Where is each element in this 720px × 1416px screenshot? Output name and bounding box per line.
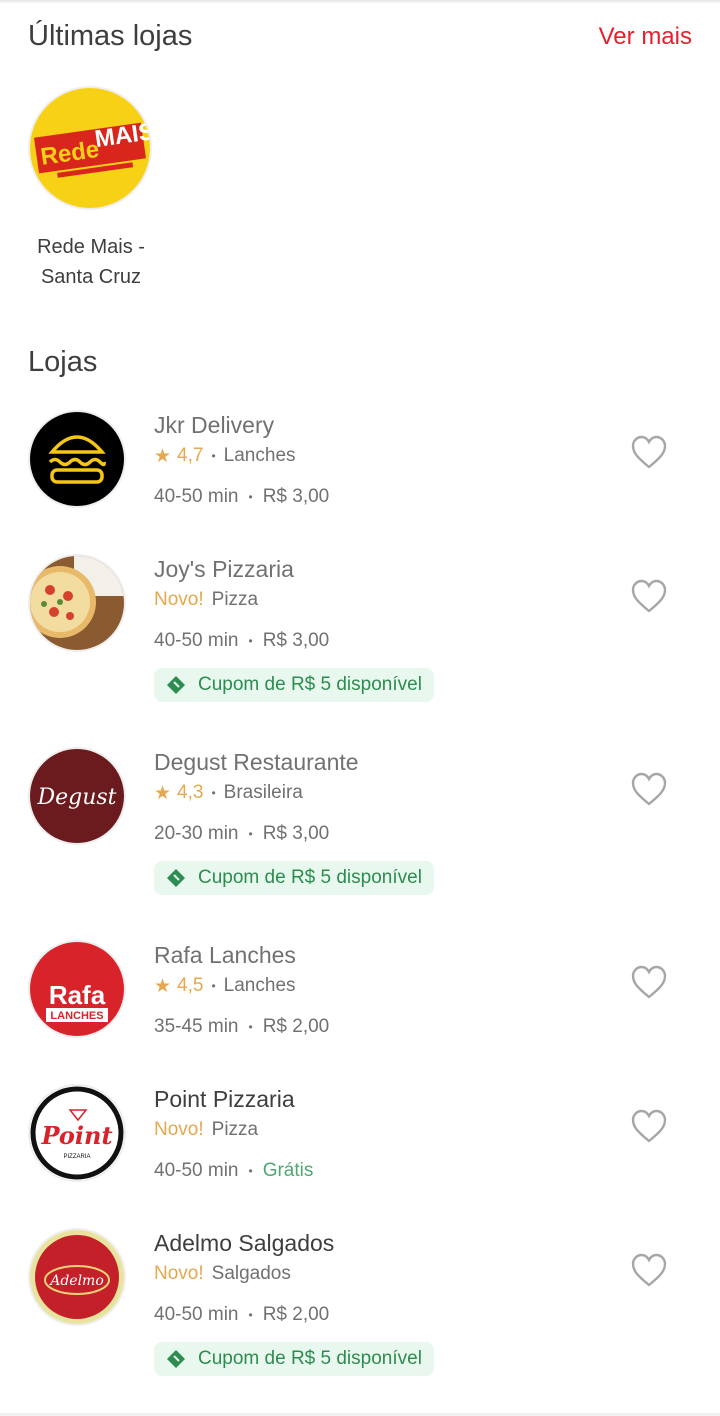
rede-mais-logo: Rede MAIS: [28, 86, 152, 210]
coupon-badge: Cupom de R$ 5 disponível: [154, 668, 434, 702]
coupon-text: Cupom de R$ 5 disponível: [198, 674, 422, 695]
store-name: Adelmo Salgados: [154, 1230, 335, 1256]
coupon-badge: Cupom de R$ 5 disponível: [154, 1342, 434, 1376]
store-meta: Novo! Salgados: [154, 1261, 594, 1287]
store-delivery-info: 20-30 min • R$ 3,00: [154, 821, 594, 847]
delivery-fee: R$ 2,00: [262, 1016, 330, 1037]
store-meta: Novo! Pizza: [154, 587, 594, 613]
heart-outline-icon[interactable]: [630, 964, 668, 1000]
store-category: Salgados: [211, 1263, 291, 1284]
dot-separator: •: [248, 634, 253, 648]
point-pizzaria-logo: Point PIZZARIA: [28, 1084, 126, 1182]
store-name: Rafa Lanches: [154, 942, 296, 968]
new-badge: Novo!: [154, 1119, 204, 1140]
store-name: Degust Restaurante: [154, 749, 359, 775]
store-delivery-info: 40-50 min • Grátis: [154, 1158, 594, 1184]
delivery-time: 40-50 min: [154, 630, 239, 651]
adelmo-salgados-logo: Adelmo: [28, 1228, 126, 1326]
dot-separator: •: [211, 979, 216, 993]
delivery-fee: R$ 3,00: [262, 823, 330, 844]
store-delivery-info: 40-50 min • R$ 2,00: [154, 1302, 594, 1328]
recent-store-rede-mais[interactable]: Rede MAIS Rede Mais - Santa Cruz: [28, 86, 154, 292]
store-delivery-info: 35-45 min • R$ 2,00: [154, 1014, 594, 1040]
svg-text:Adelmo: Adelmo: [48, 1273, 104, 1289]
dot-separator: •: [248, 1308, 253, 1322]
store-rating: 4,3: [177, 782, 204, 803]
store-name: Point Pizzaria: [154, 1086, 295, 1112]
delivery-fee: R$ 3,00: [262, 486, 330, 507]
star-icon: ★: [154, 782, 172, 804]
store-rating: 4,7: [177, 445, 204, 466]
delivery-time: 20-30 min: [154, 823, 239, 844]
star-icon: ★: [154, 445, 172, 467]
star-icon: ★: [154, 975, 172, 997]
delivery-time: 40-50 min: [154, 486, 239, 507]
store-category: Lanches: [223, 975, 296, 996]
svg-text:LANCHES: LANCHES: [50, 1010, 103, 1022]
dot-separator: •: [211, 449, 216, 463]
coupon-badge: Cupom de R$ 5 disponível: [154, 861, 434, 895]
dot-separator: •: [248, 490, 253, 504]
see-more-link[interactable]: Ver mais: [599, 23, 692, 51]
delivery-time: 40-50 min: [154, 1160, 239, 1181]
heart-outline-icon[interactable]: [630, 771, 668, 807]
degust-restaurante-logo: Degust: [28, 747, 126, 845]
top-shadow: [0, 0, 720, 4]
delivery-fee: R$ 2,00: [262, 1304, 330, 1325]
heart-outline-icon[interactable]: [630, 1108, 668, 1144]
stores-title: Lojas: [28, 346, 98, 378]
dot-separator: •: [248, 1020, 253, 1034]
coupon-text: Cupom de R$ 5 disponível: [198, 1348, 422, 1369]
store-delivery-info: 40-50 min • R$ 3,00: [154, 628, 594, 654]
store-meta: ★ 4,7 • Lanches: [154, 443, 594, 469]
delivery-time: 35-45 min: [154, 1016, 239, 1037]
stores-header: Lojas: [28, 346, 692, 379]
new-badge: Novo!: [154, 589, 204, 610]
store-meta: ★ 4,3 • Brasileira: [154, 780, 594, 806]
store-name: Jkr Delivery: [154, 412, 275, 438]
store-delivery-info: 40-50 min • R$ 3,00: [154, 484, 594, 510]
delivery-fee: Grátis: [262, 1160, 314, 1181]
store-category: Brasileira: [223, 782, 303, 803]
heart-outline-icon[interactable]: [630, 578, 668, 614]
recent-stores-header: Últimas lojas Ver mais: [28, 20, 692, 53]
store-meta: ★ 4,5 • Lanches: [154, 973, 594, 999]
delivery-time: 40-50 min: [154, 1304, 239, 1325]
svg-text:Degust: Degust: [36, 785, 116, 810]
heart-outline-icon[interactable]: [630, 1252, 668, 1288]
jkr-delivery-logo: [28, 410, 126, 508]
svg-text:PIZZARIA: PIZZARIA: [63, 1154, 90, 1160]
rafa-lanches-logo: Rafa LANCHES: [28, 940, 126, 1038]
delivery-fee: R$ 3,00: [262, 630, 330, 651]
dot-separator: •: [211, 786, 216, 800]
heart-outline-icon[interactable]: [630, 434, 668, 470]
store-category: Pizza: [211, 1119, 259, 1140]
joys-pizzaria-logo: [28, 554, 126, 652]
dot-separator: •: [248, 1164, 253, 1178]
dot-separator: •: [248, 827, 253, 841]
ticket-icon: [167, 676, 185, 694]
recent-stores-title: Últimas lojas: [28, 20, 193, 52]
store-name: Joy's Pizzaria: [154, 556, 294, 582]
new-badge: Novo!: [154, 1263, 204, 1284]
svg-text:Rafa: Rafa: [49, 980, 106, 1010]
svg-text:Point: Point: [40, 1121, 112, 1150]
ticket-icon: [167, 1350, 185, 1368]
coupon-text: Cupom de R$ 5 disponível: [198, 867, 422, 888]
store-meta: Novo! Pizza: [154, 1117, 594, 1143]
store-rating: 4,5: [177, 975, 204, 996]
ticket-icon: [167, 869, 185, 887]
store-category: Lanches: [223, 445, 296, 466]
store-category: Pizza: [211, 589, 259, 610]
recent-store-name: Rede Mais - Santa Cruz: [37, 236, 145, 288]
